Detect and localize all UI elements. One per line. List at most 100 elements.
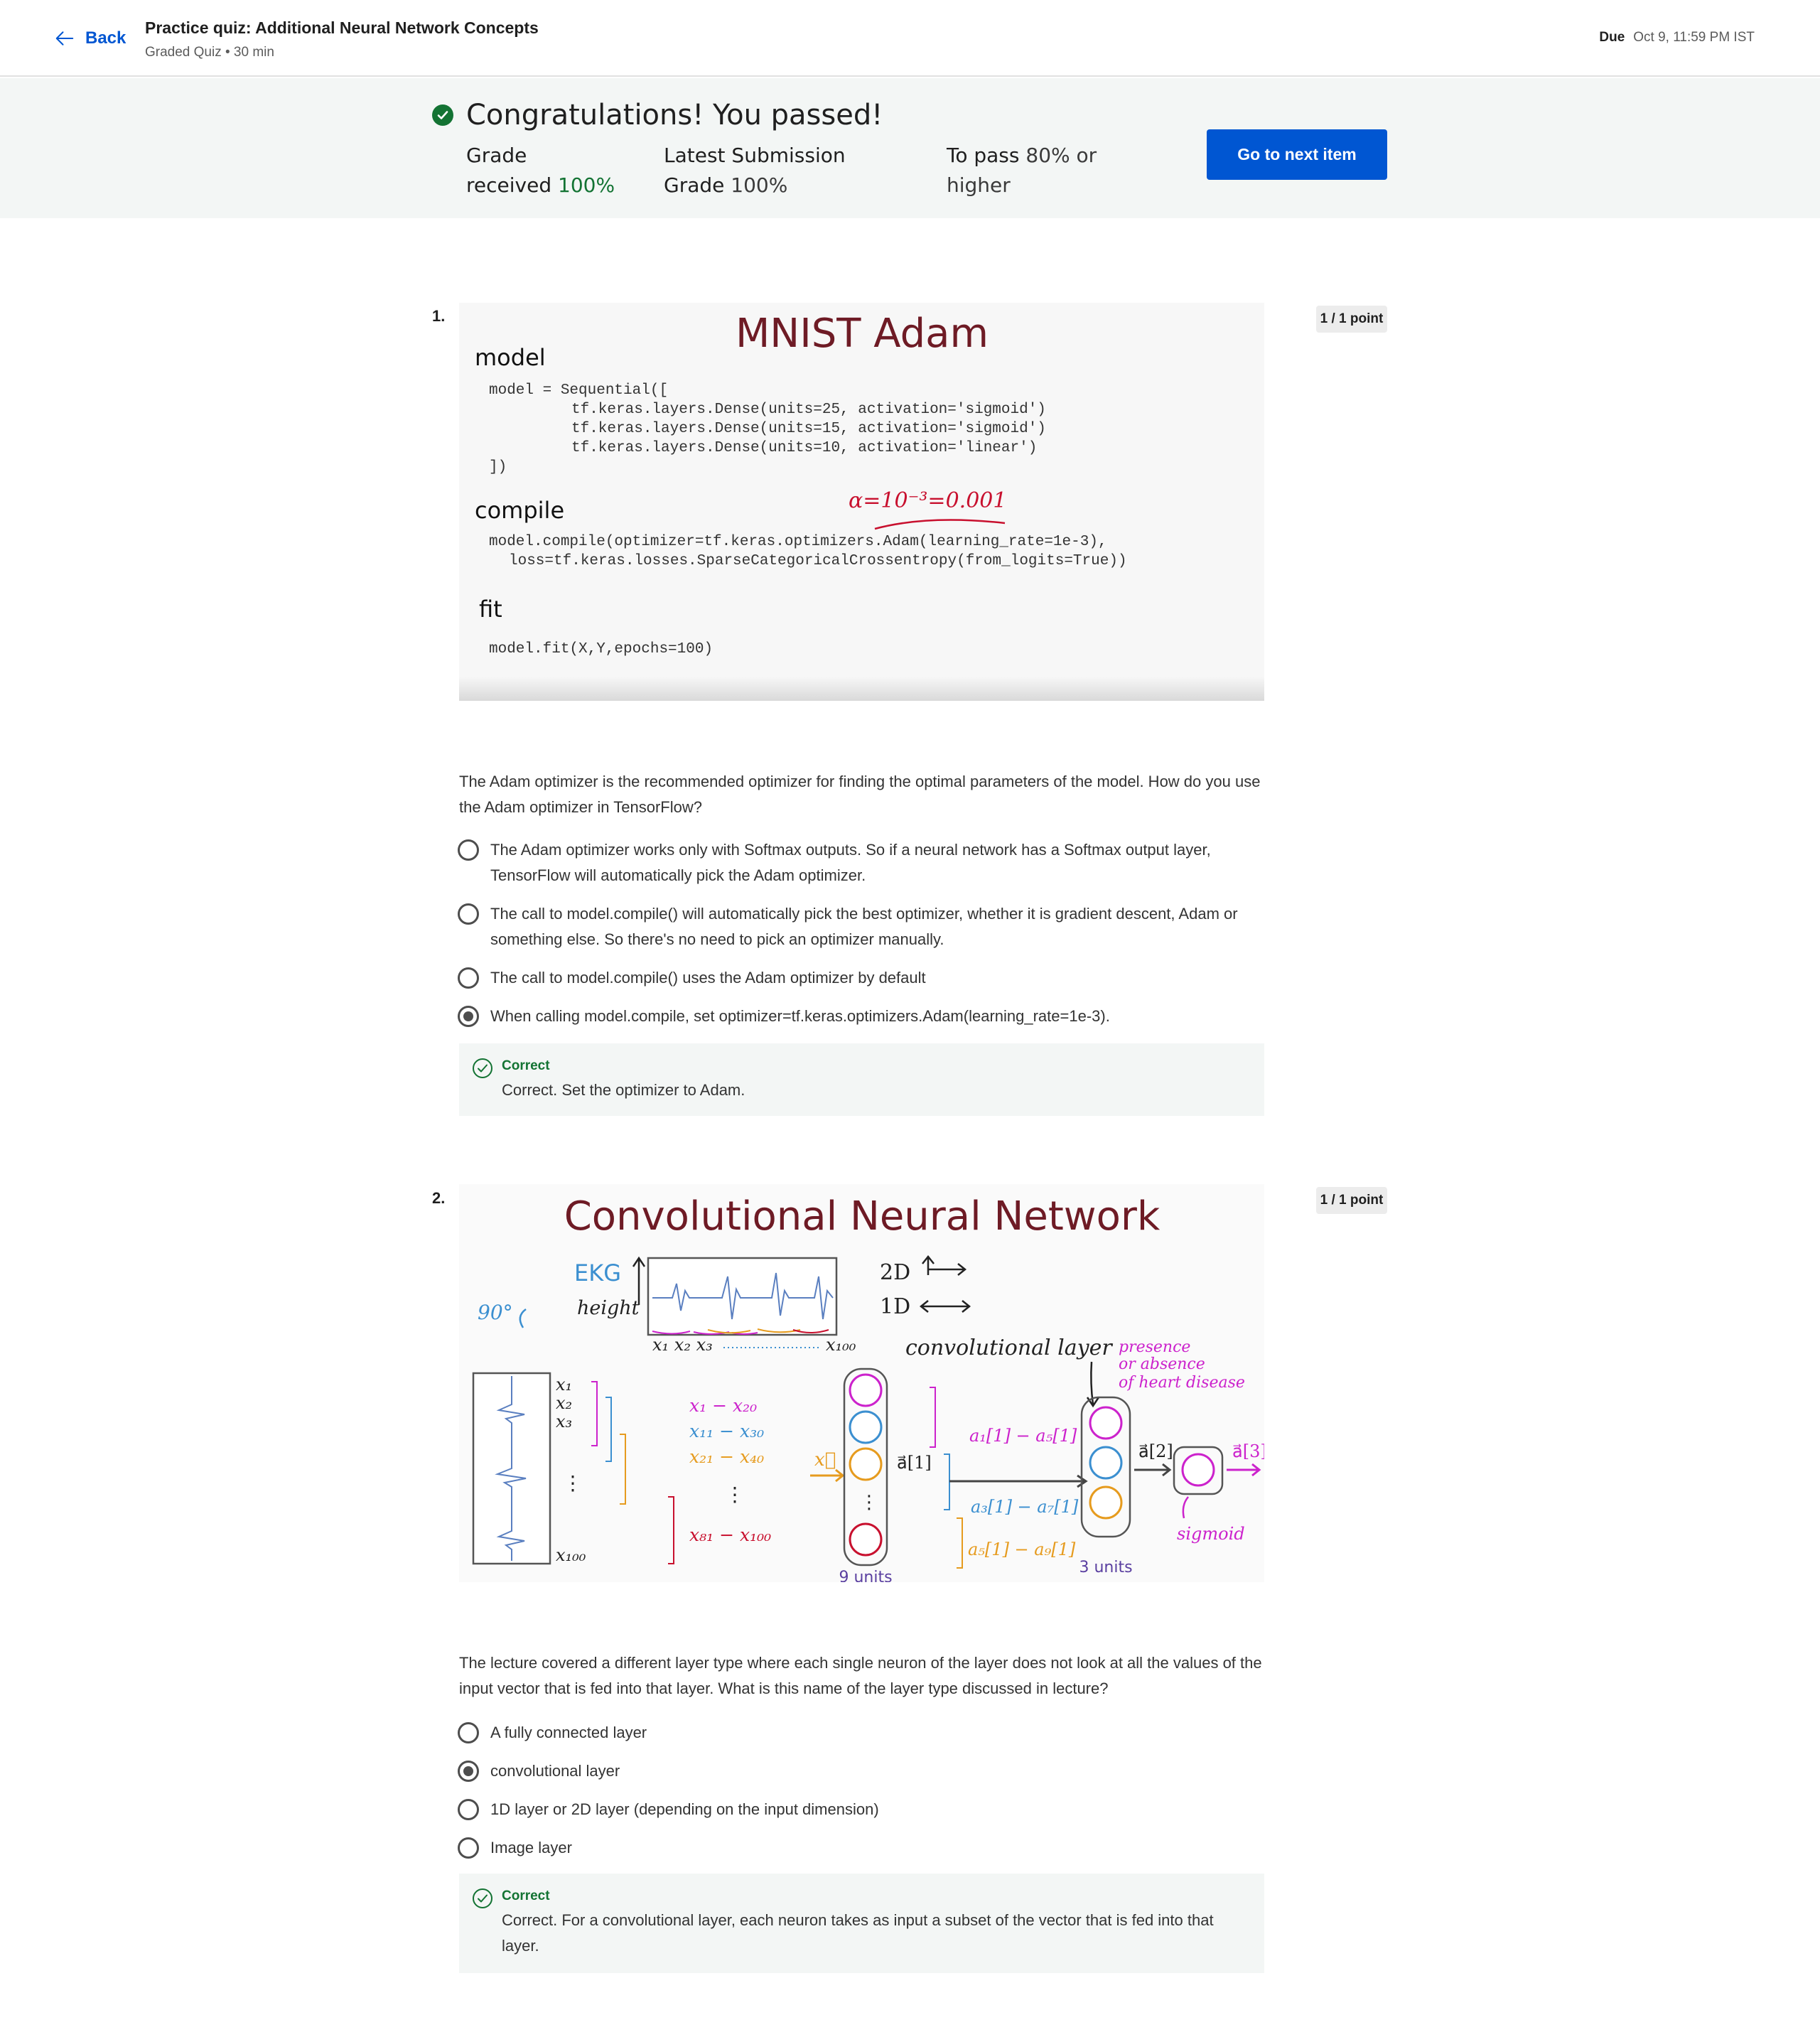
- latest-value: 100%: [731, 173, 788, 197]
- grade-label-2: received: [466, 173, 552, 197]
- x-vector-label: x⃗: [814, 1449, 836, 1471]
- option-text: Image layer: [490, 1839, 572, 1856]
- grade-received: Grade received 100%: [466, 141, 664, 200]
- back-label: Back: [85, 28, 126, 48]
- grade-value: 100%: [558, 173, 615, 197]
- check-circle-outline-icon: [473, 1888, 492, 1908]
- neuron: [1181, 1453, 1215, 1487]
- a1-range-label: a₁[1] − a₅[1]: [969, 1426, 1077, 1446]
- answer-option[interactable]: The call to model.compile() will automat…: [458, 901, 1268, 952]
- range-label: x₁₁ − x₃₀: [689, 1421, 764, 1441]
- neuron: [1089, 1406, 1123, 1440]
- latest-label-1: Latest Submission: [664, 144, 846, 167]
- code-line: model.fit(X,Y,epochs=100): [489, 641, 713, 657]
- due-date: Due Oct 9, 11:59 PM IST: [1599, 30, 1755, 45]
- neuron: [1089, 1485, 1123, 1520]
- feedback-text: Correct. For a convolutional layer, each…: [502, 1911, 1214, 1955]
- answer-option[interactable]: Image layer: [458, 1835, 1268, 1861]
- x-label: x₂: [556, 1393, 572, 1413]
- x-label: x₁₀₀: [556, 1545, 586, 1565]
- top-bar: Back Practice quiz: Additional Neural Ne…: [0, 0, 1820, 77]
- code-line: ]): [489, 459, 507, 475]
- neuron: [1089, 1446, 1123, 1480]
- pass-value: 80% or: [1025, 144, 1097, 167]
- quiz-subtitle: Graded Quiz • 30 min: [145, 45, 274, 60]
- radio-button[interactable]: [458, 967, 479, 989]
- feedback-correct: Correct Correct. Set the optimizer to Ad…: [459, 1043, 1264, 1116]
- feedback-title: Correct: [502, 1888, 550, 1903]
- question-number: 2.: [432, 1189, 446, 1207]
- pass-label: To pass: [947, 144, 1020, 167]
- pass-line2: higher: [947, 173, 1011, 197]
- option-text: The call to model.compile() uses the Ada…: [490, 969, 926, 987]
- x-last-label: x₁₀₀: [826, 1335, 856, 1355]
- radio-button[interactable]: [458, 1837, 479, 1859]
- result-banner: Congratulations! You passed! Grade recei…: [0, 78, 1820, 218]
- sigmoid-label: sigmoid: [1177, 1524, 1245, 1544]
- radio-button[interactable]: [458, 1722, 479, 1743]
- grade-label-1: Grade: [466, 144, 527, 167]
- latest-submission-grade: Latest Submission Grade 100%: [664, 141, 947, 200]
- latest-label-2: Grade: [664, 173, 725, 197]
- code-line: model = Sequential([: [489, 382, 668, 399]
- ekg-signal-box: [647, 1257, 838, 1336]
- ekg-label: EKG: [574, 1259, 621, 1286]
- presence-label: or absence: [1119, 1355, 1205, 1373]
- check-circle-outline-icon: [473, 1058, 492, 1078]
- radio-button-selected[interactable]: [458, 1761, 479, 1782]
- feedback-text: Correct. Set the optimizer to Adam.: [502, 1081, 745, 1099]
- answer-option[interactable]: A fully connected layer: [458, 1720, 1268, 1746]
- dim-1d-label: 1D: [880, 1294, 910, 1319]
- code-line: tf.keras.layers.Dense(units=15, activati…: [571, 421, 1046, 437]
- neuron: [849, 1410, 883, 1444]
- pass-threshold: To pass 80% or higher: [947, 141, 1110, 200]
- presence-label: presence: [1119, 1338, 1190, 1356]
- vertical-ellipsis: ⋮: [563, 1471, 583, 1495]
- points-badge: 1 / 1 point: [1316, 1187, 1387, 1214]
- model-label: model: [475, 344, 546, 371]
- answer-option-selected[interactable]: When calling model.compile, set optimize…: [458, 1004, 1268, 1029]
- fit-label: fit: [479, 596, 502, 623]
- slide-title: Convolutional Neural Network: [564, 1193, 1161, 1240]
- option-text: The call to model.compile() will automat…: [490, 905, 1238, 948]
- answer-option-selected[interactable]: convolutional layer: [458, 1758, 1268, 1784]
- vertical-ellipsis: ⋮: [860, 1492, 878, 1513]
- radio-button-selected[interactable]: [458, 1006, 479, 1027]
- dim-2d-label: 2D: [880, 1260, 910, 1285]
- a1-range-label: a₃[1] − a₇[1]: [971, 1497, 1079, 1517]
- range-label: x₂₁ − x₄₀: [689, 1446, 764, 1467]
- check-circle-icon: [432, 104, 453, 126]
- arrow-left-icon: [55, 31, 74, 45]
- radio-button[interactable]: [458, 1799, 479, 1820]
- question-figure-cnn: Convolutional Neural Network EKG height …: [459, 1184, 1264, 1582]
- question-prompt: The Adam optimizer is the recommended op…: [459, 773, 1261, 816]
- question-figure-mnist-adam: MNIST Adam model model = Sequential([ tf…: [459, 303, 1264, 701]
- back-button[interactable]: Back: [54, 24, 126, 53]
- code-line: tf.keras.layers.Dense(units=25, activati…: [571, 402, 1046, 418]
- due-label: Due: [1599, 30, 1625, 45]
- go-to-next-item-button[interactable]: Go to next item: [1207, 129, 1387, 180]
- page-title: Practice quiz: Additional Neural Network…: [145, 18, 539, 37]
- range-label: x₁ − x₂₀: [689, 1395, 757, 1416]
- feedback-correct: Correct Correct. For a convolutional lay…: [459, 1874, 1264, 1973]
- pass-title: Congratulations! You passed!: [466, 99, 883, 131]
- height-label: height: [577, 1297, 640, 1319]
- answer-option[interactable]: The Adam optimizer works only with Softm…: [458, 837, 1268, 888]
- presence-label: of heart disease: [1119, 1374, 1245, 1392]
- learning-rate-annotation: α=10⁻³=0.001: [849, 488, 1006, 513]
- quiz-header: Practice quiz: Additional Neural Network…: [145, 17, 539, 63]
- neuron: [849, 1373, 883, 1407]
- option-text: When calling model.compile, set optimize…: [490, 1007, 1110, 1025]
- code-line: model.compile(optimizer=tf.keras.optimiz…: [489, 534, 1107, 550]
- answer-option[interactable]: 1D layer or 2D layer (depending on the i…: [458, 1797, 1268, 1822]
- conv-layer-label: convolutional layer: [905, 1336, 1113, 1360]
- vertical-ellipsis: ⋮: [725, 1483, 745, 1506]
- neuron: [849, 1447, 883, 1481]
- radio-button[interactable]: [458, 903, 479, 925]
- radio-button[interactable]: [458, 839, 479, 861]
- x-sequence-label: x₁ x₂ x₃: [652, 1335, 713, 1355]
- option-text: The Adam optimizer works only with Softm…: [490, 841, 1211, 884]
- option-text: convolutional layer: [490, 1762, 620, 1780]
- answer-option[interactable]: The call to model.compile() uses the Ada…: [458, 965, 1268, 991]
- range-label: x₈₁ − x₁₀₀: [689, 1525, 771, 1545]
